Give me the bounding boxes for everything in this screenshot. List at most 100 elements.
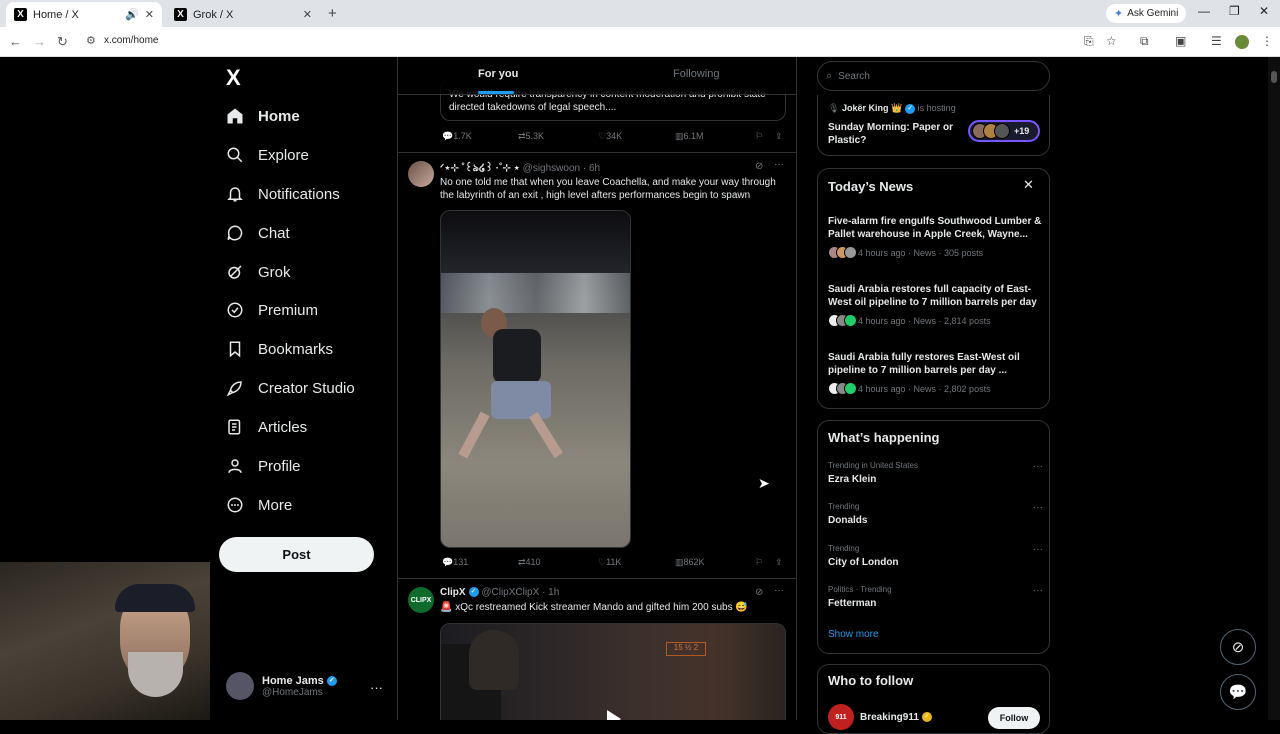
avatar-stack — [828, 314, 857, 327]
nav-creator-studio[interactable]: Creator Studio — [226, 373, 355, 403]
minimize-icon[interactable]: — — [1198, 4, 1210, 18]
more-icon[interactable]: ··· — [1033, 461, 1043, 472]
tweet-video[interactable] — [440, 210, 631, 548]
nav-articles[interactable]: Articles — [226, 412, 307, 442]
repost-button[interactable]: ⇄ 5.3K — [518, 131, 544, 142]
browser-profile-avatar[interactable] — [1235, 35, 1249, 49]
grok-fab-icon[interactable]: ⊘ — [1220, 629, 1256, 665]
bell-icon — [226, 185, 244, 203]
grok-icon[interactable]: ⊘ — [755, 587, 763, 598]
bookmark-button[interactable]: ⚐ — [755, 557, 763, 568]
scrollbar-thumb[interactable] — [1271, 71, 1277, 83]
grok-icon[interactable]: ⊘ — [755, 161, 763, 172]
browser-menu-icon[interactable]: ⋮ — [1261, 34, 1273, 48]
trend-item[interactable]: Trending in United States Ezra Klein ··· — [828, 461, 1043, 485]
play-icon[interactable] — [607, 710, 621, 720]
new-tab-button[interactable]: + — [328, 5, 337, 22]
like-count: 34K — [606, 131, 623, 141]
share-button[interactable]: ⇪ — [775, 131, 783, 142]
more-icon[interactable]: ··· — [1033, 585, 1043, 596]
views-button[interactable]: ▥ 862K — [675, 557, 705, 568]
news-item[interactable]: Saudi Arabia restores full capacity of E… — [828, 283, 1043, 327]
nav-bookmarks[interactable]: Bookmarks — [226, 334, 333, 364]
tweet-video[interactable]: 15 ½ 2 — [440, 623, 786, 720]
reload-icon[interactable]: ↻ — [57, 34, 68, 50]
space-host-name: Jokër King 👑 — [841, 103, 903, 113]
nav-label: Creator Studio — [258, 379, 355, 397]
nav-notifications[interactable]: Notifications — [226, 179, 340, 209]
bookmark-button[interactable]: ⚐ — [755, 131, 763, 142]
site-info-icon[interactable]: ⚙ — [86, 34, 96, 47]
install-icon[interactable]: ⎘ — [1084, 34, 1094, 49]
nav-premium[interactable]: Premium — [226, 295, 318, 325]
close-window-icon[interactable]: ✕ — [1259, 4, 1269, 18]
like-button[interactable]: ♡ 11K — [598, 557, 621, 568]
x-favicon-icon: X — [174, 8, 187, 21]
reply-button[interactable]: 💬 131 — [442, 557, 468, 568]
more-icon[interactable]: ··· — [1033, 544, 1043, 555]
ask-gemini-button[interactable]: ✦ Ask Gemini — [1106, 4, 1187, 23]
news-headline: Saudi Arabia restores full capacity of E… — [828, 284, 1037, 308]
close-icon[interactable]: ✕ — [1023, 177, 1034, 193]
close-tab-icon[interactable]: ✕ — [303, 8, 312, 21]
search-placeholder: Search — [838, 70, 870, 82]
trend-item[interactable]: Trending City of London ··· — [828, 544, 1043, 568]
whats-happening-card: What’s happening Trending in United Stat… — [817, 420, 1050, 654]
browser-tab-grok[interactable]: X Grok / X ✕ — [166, 2, 320, 27]
search-input[interactable]: ⌕ Search — [817, 61, 1050, 91]
more-icon[interactable]: ··· — [774, 159, 784, 170]
author-name[interactable]: ᐟ⋆⊹ ˚꒰ঌ໒꒱ ·˚⊹ ⋆ — [440, 163, 520, 174]
who-to-follow-card: Who to follow 911 Breaking911 ✓ Follow — [817, 664, 1050, 734]
like-button[interactable]: ♡ 34K — [598, 131, 622, 142]
reading-list-icon[interactable]: ☰ — [1211, 34, 1222, 48]
back-icon[interactable]: ← — [9, 34, 22, 49]
nav-home[interactable]: Home — [226, 101, 300, 131]
more-icon[interactable]: ··· — [1033, 502, 1043, 513]
restore-icon[interactable]: ❐ — [1229, 4, 1240, 18]
forward-icon[interactable]: → — [33, 34, 46, 49]
url-field[interactable]: x.com/home — [104, 35, 158, 46]
author-name[interactable]: ClipX — [440, 587, 466, 598]
mouse-cursor-icon: ➤ — [758, 475, 770, 491]
nav-grok[interactable]: Grok — [226, 257, 291, 287]
media-icon[interactable]: ▣ — [1175, 34, 1186, 48]
avatar[interactable]: CLIPX — [408, 587, 434, 613]
nav-chat[interactable]: Chat — [226, 218, 290, 248]
bookmark-star-icon[interactable]: ☆ — [1106, 34, 1117, 48]
tab-following[interactable]: Following — [673, 68, 719, 80]
tab-for-you[interactable]: For you — [478, 68, 518, 80]
share-button[interactable]: ⇪ — [775, 557, 783, 568]
author-handle[interactable]: @ClipXClipX — [481, 587, 539, 598]
more-icon[interactable]: ··· — [774, 585, 784, 596]
follow-button[interactable]: Follow — [988, 707, 1040, 729]
nav-profile[interactable]: Profile — [226, 451, 301, 481]
live-space-card[interactable]: 🎙 Jokër King 👑 ✓ is hosting Sunday Mornin… — [817, 95, 1050, 156]
views-button[interactable]: ▥ 6.1M — [675, 131, 704, 142]
show-more-link[interactable]: Show more — [828, 629, 879, 640]
trend-item[interactable]: Politics · Trending Fetterman ··· — [828, 585, 1043, 609]
news-item[interactable]: Five-alarm fire engulfs Southwood Lumber… — [828, 215, 1043, 259]
page-scrollbar[interactable] — [1268, 57, 1280, 720]
tweet-time[interactable]: · 1h — [542, 587, 559, 598]
avatar[interactable] — [408, 161, 434, 187]
x-logo-icon[interactable]: X — [226, 65, 241, 91]
chat-fab-icon[interactable]: 💬 — [1220, 674, 1256, 710]
close-tab-icon[interactable]: ✕ — [145, 8, 154, 21]
account-switcher[interactable]: Home Jams ✓ @HomeJams — [226, 672, 337, 700]
speaker-icon[interactable]: 🔊 — [125, 8, 139, 21]
news-item[interactable]: Saudi Arabia fully restores East-West oi… — [828, 351, 1043, 395]
account-more-icon[interactable]: ··· — [370, 680, 383, 695]
repost-button[interactable]: ⇄ 410 — [518, 557, 541, 568]
nav-explore[interactable]: Explore — [226, 140, 309, 170]
nav-label: Grok — [258, 263, 291, 281]
tweet-time[interactable]: · 6h — [583, 163, 600, 174]
post-button[interactable]: Post — [219, 537, 374, 572]
card-title: What’s happening — [828, 430, 940, 445]
nav-more[interactable]: More — [226, 490, 292, 520]
suggested-account[interactable]: 911 Breaking911 ✓ — [828, 704, 932, 730]
trend-item[interactable]: Trending Donalds ··· — [828, 502, 1043, 526]
browser-tab-home[interactable]: X Home / X 🔊 ✕ — [6, 2, 162, 27]
author-handle[interactable]: @sighswoon — [523, 163, 580, 174]
reply-button[interactable]: 💬 1.7K — [442, 131, 472, 142]
extensions-icon[interactable]: ⧉ — [1140, 34, 1149, 49]
